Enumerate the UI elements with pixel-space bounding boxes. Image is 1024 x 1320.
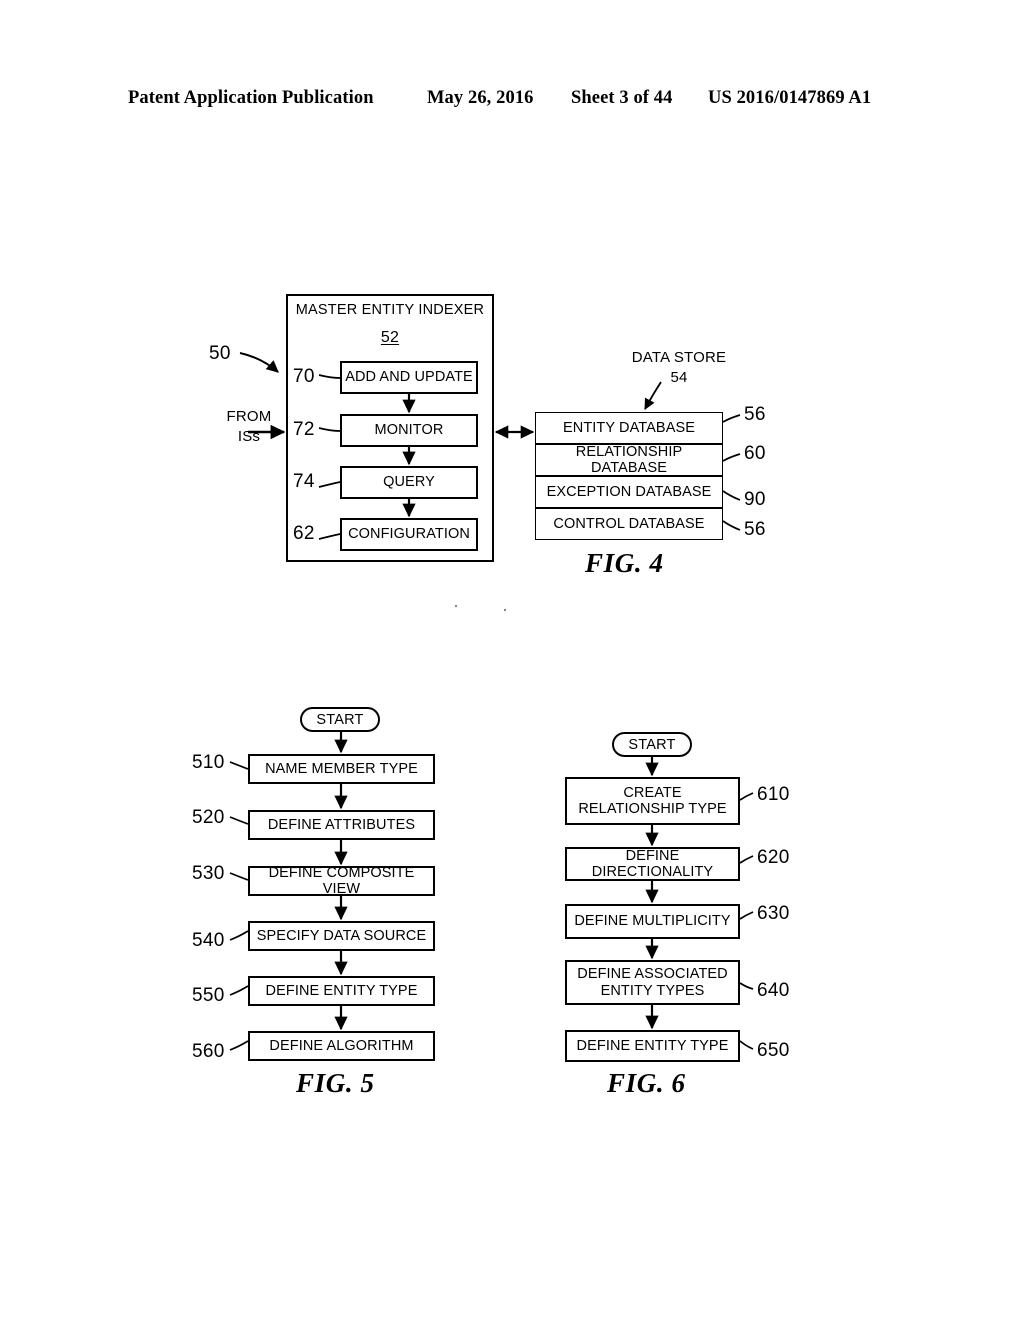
fig4-leader-56-control [722,520,741,531]
fig4-leader-56-entity [722,414,741,423]
patent-drawing-page: Patent Application Publication May 26, 2… [0,0,1024,1320]
header-sheet-number: Sheet 3 of 44 [571,88,673,108]
fig6-step-ref-630: 630 [757,903,790,924]
fig6-step-create-relationship-type[interactable]: CREATE RELATIONSHIP TYPE [565,777,740,825]
fig6-step-ref-610: 610 [757,784,790,805]
fig4-indexer-title: MASTER ENTITY INDEXER [295,302,485,318]
fig4-module-monitor-label: MONITOR [374,422,444,439]
fig4-module-query-label: QUERY [383,474,435,491]
fig5-leader-530 [229,872,249,881]
fig4-module-ref-62: 62 [293,523,315,544]
header-publication-title: Patent Application Publication [128,88,374,108]
fig4-module-add-and-update[interactable]: ADD AND UPDATE [340,361,478,394]
fig5-leader-550 [229,985,249,996]
fig6-step-define-directionality-label: DEFINE DIRECTIONALITY [591,847,714,880]
fig4-module-ref-70: 70 [293,366,315,387]
fig4-db-relationship-database[interactable]: RELATIONSHIP DATABASE [535,444,723,476]
fig5-step-name-member-type[interactable]: NAME MEMBER TYPE [248,754,435,784]
fig5-step-ref-510: 510 [192,752,225,773]
page-speck [504,609,506,611]
fig6-caption: FIG. 6 [607,1068,686,1098]
fig5-leader-520 [229,816,249,825]
header-publication-date: May 26, 2016 [427,88,534,108]
fig5-step-ref-550: 550 [192,985,225,1006]
fig6-step-define-multiplicity[interactable]: DEFINE MULTIPLICITY [565,904,740,939]
fig4-db-exception-database[interactable]: EXCEPTION DATABASE [535,476,723,508]
fig4-db-control-database[interactable]: CONTROL DATABASE [535,508,723,540]
fig4-db-ref-90: 90 [744,489,766,510]
fig4-module-configuration-label: CONFIGURATION [348,526,470,543]
fig4-leader-50 [239,352,279,373]
fig4-input-label-line2: ISs [237,428,261,445]
fig4-module-query[interactable]: QUERY [340,466,478,499]
fig4-leader-54 [644,381,662,410]
fig6-step-define-directionality[interactable]: DEFINE DIRECTIONALITY [565,847,740,881]
fig5-step-define-algorithm-label: DEFINE ALGORITHM [269,1037,414,1054]
fig5-leader-510 [229,761,249,770]
fig4-leader-60 [722,453,741,462]
fig4-caption: FIG. 4 [585,548,664,578]
fig4-indexer-ref-52: 52 [380,329,400,346]
fig4-db-ref-56-entity: 56 [744,404,766,425]
fig4-db-ref-60: 60 [744,443,766,464]
fig4-db-ref-56-control: 56 [744,519,766,540]
header-patent-number: US 2016/0147869 A1 [708,88,872,108]
fig5-step-define-attributes-label: DEFINE ATTRIBUTES [267,816,416,833]
fig6-step-ref-640: 640 [757,980,790,1001]
fig4-input-label-line1: FROM [226,408,272,425]
fig5-start-node[interactable]: START [300,707,380,732]
fig4-module-add-and-update-label: ADD AND UPDATE [345,369,473,386]
fig5-step-define-composite-view[interactable]: DEFINE COMPOSITE VIEW [248,864,435,897]
fig6-step-create-relationship-type-label: CREATE RELATIONSHIP TYPE [578,784,727,817]
fig6-start-label: START [628,736,676,753]
fig4-db-relationship-database-label: RELATIONSHIP DATABASE [575,443,683,476]
fig4-db-entity-database-label: ENTITY DATABASE [562,419,696,436]
fig6-step-define-entity-type-label: DEFINE ENTITY TYPE [576,1037,729,1054]
fig4-db-control-database-label: CONTROL DATABASE [553,515,705,532]
fig6-step-ref-620: 620 [757,847,790,868]
fig5-step-define-attributes[interactable]: DEFINE ATTRIBUTES [248,810,435,840]
fig4-system-ref-50: 50 [209,343,231,364]
fig5-step-ref-520: 520 [192,807,225,828]
fig6-leader-620 [739,855,754,864]
fig6-step-define-associated-entity-types-label: DEFINE ASSOCIATED ENTITY TYPES [577,966,728,999]
fig4-module-configuration[interactable]: CONFIGURATION [340,518,478,551]
fig5-step-ref-530: 530 [192,863,225,884]
fig4-db-exception-database-label: EXCEPTION DATABASE [546,483,712,500]
page-speck [455,605,457,607]
fig5-step-ref-560: 560 [192,1041,225,1062]
fig5-step-specify-data-source-label: SPECIFY DATA SOURCE [256,927,427,944]
fig6-start-node[interactable]: START [612,732,692,757]
fig4-data-store-ref-54: 54 [670,369,688,386]
fig5-start-label: START [316,711,364,728]
fig4-module-ref-72: 72 [293,419,315,440]
fig5-step-ref-540: 540 [192,930,225,951]
fig5-caption: FIG. 5 [296,1068,375,1098]
connector-overlay [229,352,754,1051]
fig5-step-define-algorithm[interactable]: DEFINE ALGORITHM [248,1031,435,1061]
fig6-leader-630 [739,911,754,920]
fig4-data-store-title: DATA STORE [631,349,727,366]
fig6-leader-650 [739,1040,754,1050]
fig4-leader-90 [722,490,741,501]
fig4-module-monitor[interactable]: MONITOR [340,414,478,447]
fig5-step-define-composite-view-label: DEFINE COMPOSITE VIEW [268,864,415,897]
fig6-leader-640 [739,982,754,990]
fig4-module-ref-74: 74 [293,471,315,492]
fig6-step-ref-650: 650 [757,1040,790,1061]
fig6-step-define-entity-type[interactable]: DEFINE ENTITY TYPE [565,1030,740,1062]
fig6-step-define-associated-entity-types[interactable]: DEFINE ASSOCIATED ENTITY TYPES [565,960,740,1005]
fig5-leader-540 [229,930,249,941]
fig6-step-define-multiplicity-label: DEFINE MULTIPLICITY [574,913,731,930]
fig5-step-define-entity-type-label: DEFINE ENTITY TYPE [265,982,418,999]
fig4-db-entity-database[interactable]: ENTITY DATABASE [535,412,723,444]
fig5-step-name-member-type-label: NAME MEMBER TYPE [265,760,418,777]
fig5-leader-560 [229,1040,249,1051]
fig5-step-define-entity-type[interactable]: DEFINE ENTITY TYPE [248,976,435,1006]
fig6-leader-610 [739,792,754,801]
fig5-step-specify-data-source[interactable]: SPECIFY DATA SOURCE [248,921,435,951]
